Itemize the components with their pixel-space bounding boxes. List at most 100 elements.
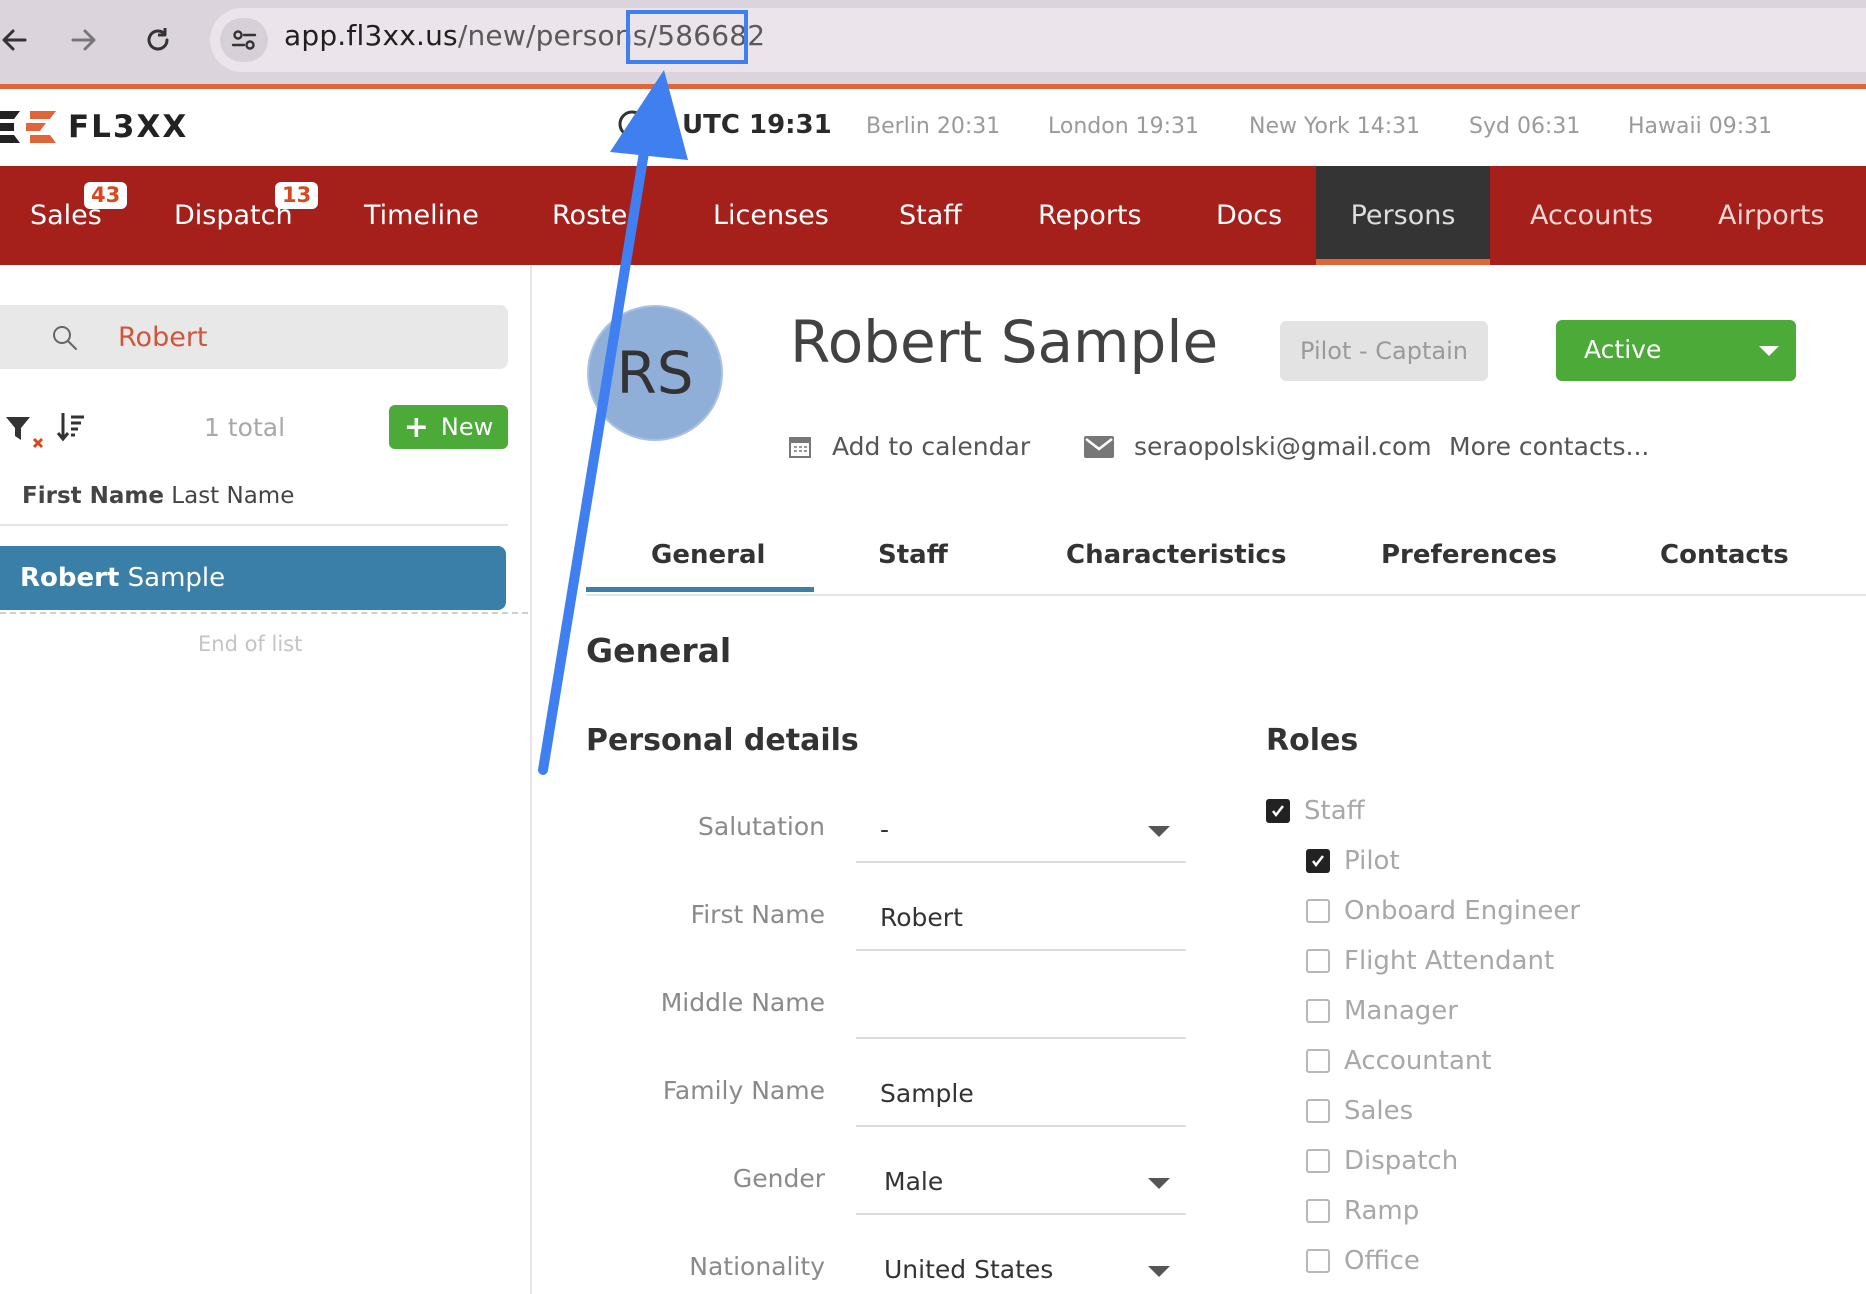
gender-select[interactable]: Male <box>884 1167 943 1196</box>
calendar-icon <box>789 436 811 458</box>
section-title: General <box>586 631 732 670</box>
nav-persons-label: Persons <box>1350 200 1456 231</box>
role-checkbox[interactable] <box>1306 1049 1330 1073</box>
role-pilot[interactable]: Pilot <box>1306 846 1400 876</box>
family-name-field[interactable]: Sample <box>880 1079 974 1108</box>
checkmark-icon <box>1272 805 1284 818</box>
role-checkbox[interactable] <box>1266 799 1290 823</box>
tab-characteristics[interactable]: Characteristics <box>1066 540 1286 570</box>
nav-persons[interactable]: Persons <box>1316 166 1490 265</box>
nav-reports-label: Reports <box>1038 200 1142 231</box>
list-item-first: Robert <box>20 563 120 593</box>
site-settings-icon[interactable] <box>220 18 268 62</box>
clock-new-york: New York 14:31 <box>1249 114 1421 139</box>
role-checkbox[interactable] <box>1306 1249 1330 1273</box>
nav-roster[interactable]: Roste <box>552 166 627 265</box>
main-nav: Sales 43 Dispatch 13 Timeline Roste Lice… <box>0 166 1866 265</box>
avatar: RS <box>587 305 723 441</box>
sort-icon[interactable] <box>56 411 86 449</box>
role-onboard-engineer[interactable]: Onboard Engineer <box>1306 896 1580 926</box>
nationality-select[interactable]: United States <box>884 1255 1053 1284</box>
reload-icon[interactable] <box>136 18 180 62</box>
role-label: Staff <box>1304 796 1365 826</box>
role-accountant[interactable]: Accountant <box>1306 1046 1492 1076</box>
role-office[interactable]: Office <box>1306 1246 1420 1276</box>
active-tab-indicator <box>586 587 814 592</box>
nav-sales[interactable]: Sales <box>30 166 102 265</box>
middle-name-field[interactable] <box>880 991 1180 1021</box>
back-icon[interactable] <box>0 18 36 62</box>
role-checkbox[interactable] <box>1306 949 1330 973</box>
url-id-highlight-box <box>626 10 748 64</box>
chevron-down-icon[interactable] <box>1148 1266 1170 1277</box>
clear-filter-icon[interactable] <box>6 415 46 459</box>
role-label: Office <box>1344 1246 1420 1276</box>
chevron-down-icon[interactable] <box>1148 826 1170 837</box>
role-label: Sales <box>1344 1096 1414 1126</box>
nav-airports[interactable]: Airports <box>1718 166 1824 265</box>
tab-general[interactable]: General <box>651 540 765 570</box>
column-header[interactable]: First Name Last Name <box>22 483 294 509</box>
tab-preferences[interactable]: Preferences <box>1381 540 1557 570</box>
role-checkbox[interactable] <box>1306 999 1330 1023</box>
nav-timeline[interactable]: Timeline <box>364 166 479 265</box>
first-name-field[interactable]: Robert <box>880 903 963 932</box>
salutation-select[interactable]: - <box>880 815 889 844</box>
role-label: Ramp <box>1344 1196 1420 1226</box>
role-checkbox[interactable] <box>1306 1149 1330 1173</box>
role-label: Manager <box>1344 996 1458 1026</box>
total-count: 1 total <box>204 413 286 442</box>
list-item[interactable]: Robert Sample <box>0 546 506 610</box>
gender-label: Gender <box>732 1164 825 1193</box>
nav-accounts[interactable]: Accounts <box>1530 166 1653 265</box>
divider <box>586 594 1866 596</box>
status-dropdown[interactable]: Active <box>1556 320 1796 381</box>
role-flight-attendant[interactable]: Flight Attendant <box>1306 946 1554 976</box>
role-staff[interactable]: Staff <box>1266 796 1365 826</box>
email-link[interactable]: seraopolski@gmail.com <box>1084 432 1432 461</box>
forward-icon[interactable] <box>62 18 106 62</box>
role-badge-label: Pilot - Captain <box>1300 337 1468 365</box>
new-person-button[interactable]: + New <box>389 405 508 449</box>
tab-contacts[interactable]: Contacts <box>1660 540 1789 570</box>
role-checkbox[interactable] <box>1306 1199 1330 1223</box>
logo-text: FL3XX <box>68 109 189 145</box>
plus-icon: + <box>403 409 429 445</box>
role-manager[interactable]: Manager <box>1306 996 1458 1026</box>
mail-icon <box>1084 435 1114 458</box>
field-underline <box>856 949 1186 951</box>
role-checkbox[interactable] <box>1306 899 1330 923</box>
nationality-label: Nationality <box>689 1252 825 1281</box>
search-input[interactable]: Robert <box>0 305 508 369</box>
role-ramp[interactable]: Ramp <box>1306 1196 1419 1226</box>
nav-airports-label: Airports <box>1718 200 1825 231</box>
role-dispatch[interactable]: Dispatch <box>1306 1146 1458 1176</box>
role-badge: Pilot - Captain <box>1280 321 1488 381</box>
nav-docs[interactable]: Docs <box>1216 166 1282 265</box>
add-to-calendar-link[interactable]: Add to calendar <box>788 432 1030 461</box>
more-contacts-link[interactable]: More contacts... <box>1449 432 1649 461</box>
role-checkbox[interactable] <box>1306 849 1330 873</box>
personal-details-title: Personal details <box>586 723 859 758</box>
nav-reports[interactable]: Reports <box>1038 166 1142 265</box>
role-checkbox[interactable] <box>1306 1099 1330 1123</box>
field-underline <box>856 1125 1186 1127</box>
new-button-label: New <box>440 413 494 441</box>
nav-licenses[interactable]: Licenses <box>713 166 829 265</box>
nav-staff[interactable]: Staff <box>899 166 962 265</box>
tab-staff[interactable]: Staff <box>878 540 948 570</box>
column-first-name: First Name <box>22 483 164 509</box>
status-label: Active <box>1584 335 1662 364</box>
nav-accounts-label: Accounts <box>1530 200 1654 231</box>
list-item-last: Sample <box>127 563 226 593</box>
more-contacts-label: More contacts... <box>1449 432 1650 461</box>
nav-staff-label: Staff <box>899 200 962 231</box>
utc-clock: UTC 19:31 <box>682 110 832 140</box>
divider <box>0 612 528 614</box>
logo[interactable]: FL3XX <box>0 105 188 149</box>
role-sales[interactable]: Sales <box>1306 1096 1413 1126</box>
chevron-down-icon[interactable] <box>1148 1178 1170 1189</box>
roles-title: Roles <box>1266 723 1359 758</box>
url-host: app.fl3xx.us <box>284 19 458 52</box>
nav-dispatch[interactable]: Dispatch <box>174 166 293 265</box>
